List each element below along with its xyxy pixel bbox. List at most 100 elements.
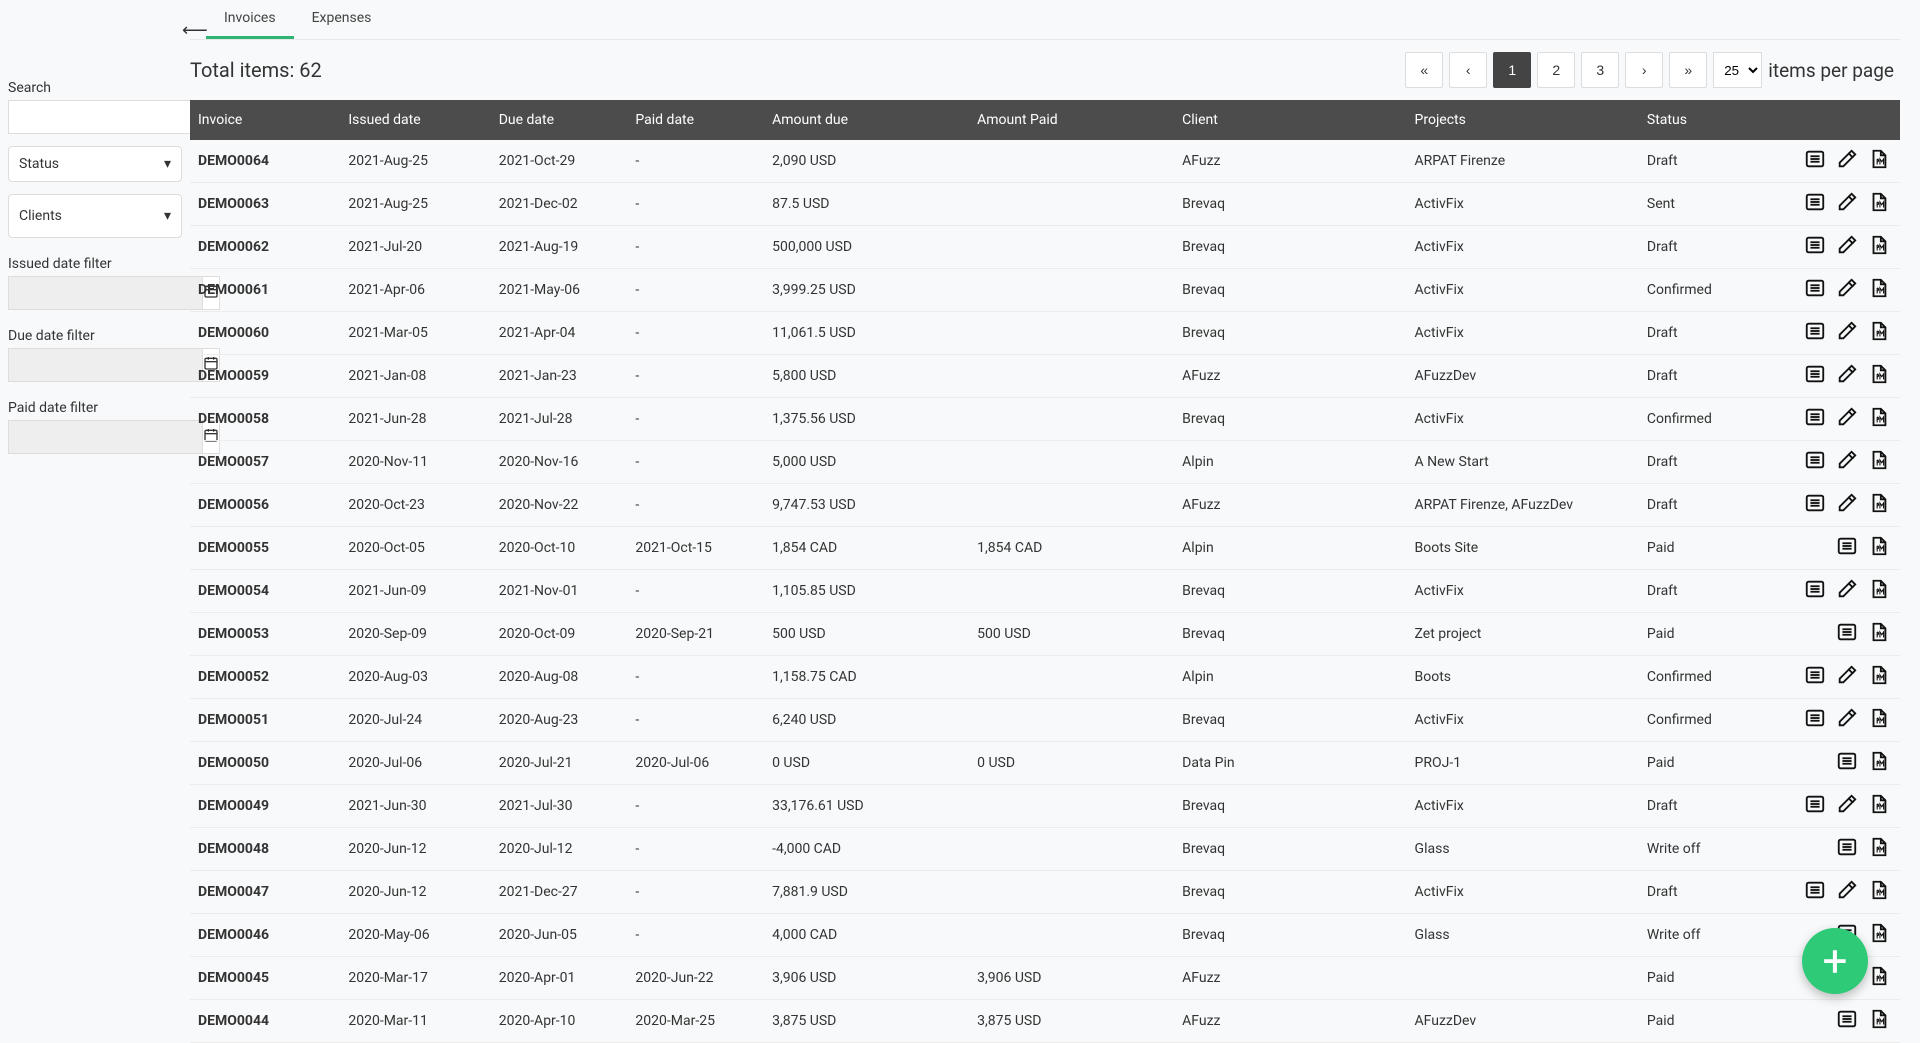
pdf-button[interactable] <box>1866 234 1892 260</box>
pdf-button[interactable] <box>1866 320 1892 346</box>
table-row[interactable]: DEMO00462020-May-062020-Jun-05-4,000 CAD… <box>190 914 1900 957</box>
table-row[interactable]: DEMO00592021-Jan-082021-Jan-23-5,800 USD… <box>190 355 1900 398</box>
table-row[interactable]: DEMO00482020-Jun-122020-Jul-12--4,000 CA… <box>190 828 1900 871</box>
view-button[interactable] <box>1802 664 1828 690</box>
edit-button[interactable] <box>1834 234 1860 260</box>
tab-expenses[interactable]: Expenses <box>294 0 390 39</box>
pdf-button[interactable] <box>1866 578 1892 604</box>
column-client[interactable]: Client <box>1174 100 1406 140</box>
view-button[interactable] <box>1802 449 1828 475</box>
page-1-button[interactable]: 1 <box>1493 52 1531 88</box>
pdf-button[interactable] <box>1866 449 1892 475</box>
edit-button[interactable] <box>1834 406 1860 432</box>
column-due-date[interactable]: Due date <box>491 100 628 140</box>
table-row[interactable]: DEMO00622021-Jul-202021-Aug-19-500,000 U… <box>190 226 1900 269</box>
pdf-button[interactable] <box>1866 277 1892 303</box>
page-first-button[interactable]: « <box>1405 52 1443 88</box>
table-row[interactable]: DEMO00642021-Aug-252021-Oct-29-2,090 USD… <box>190 140 1900 183</box>
view-button[interactable] <box>1834 750 1860 776</box>
pdf-button[interactable] <box>1866 406 1892 432</box>
pdf-button[interactable] <box>1866 793 1892 819</box>
view-button[interactable] <box>1802 277 1828 303</box>
column-amount-due[interactable]: Amount due <box>764 100 969 140</box>
edit-button[interactable] <box>1834 578 1860 604</box>
table-row[interactable]: DEMO00542021-Jun-092021-Nov-01-1,105.85 … <box>190 570 1900 613</box>
page-prev-button[interactable]: ‹ <box>1449 52 1487 88</box>
view-button[interactable] <box>1802 879 1828 905</box>
table-row[interactable]: DEMO00522020-Aug-032020-Aug-08-1,158.75 … <box>190 656 1900 699</box>
table-row[interactable]: DEMO00472020-Jun-122021-Dec-27-7,881.9 U… <box>190 871 1900 914</box>
paid-date-input[interactable] <box>8 420 203 454</box>
edit-button[interactable] <box>1834 277 1860 303</box>
view-button[interactable] <box>1802 191 1828 217</box>
table-row[interactable]: DEMO00572020-Nov-112020-Nov-16-5,000 USD… <box>190 441 1900 484</box>
view-button[interactable] <box>1802 320 1828 346</box>
due-date-input[interactable] <box>8 348 203 382</box>
pdf-button[interactable] <box>1866 492 1892 518</box>
table-row[interactable]: DEMO00442020-Mar-112020-Apr-102020-Mar-2… <box>190 1000 1900 1043</box>
table-row[interactable]: DEMO00552020-Oct-052020-Oct-102021-Oct-1… <box>190 527 1900 570</box>
page-2-button[interactable]: 2 <box>1537 52 1575 88</box>
edit-button[interactable] <box>1834 492 1860 518</box>
edit-button[interactable] <box>1834 449 1860 475</box>
edit-button[interactable] <box>1834 148 1860 174</box>
pdf-button[interactable] <box>1866 836 1892 862</box>
column-amount-paid[interactable]: Amount Paid <box>969 100 1174 140</box>
column-projects[interactable]: Projects <box>1407 100 1639 140</box>
column-issued-date[interactable]: Issued date <box>340 100 490 140</box>
table-row[interactable]: DEMO00492021-Jun-302021-Jul-30-33,176.61… <box>190 785 1900 828</box>
view-button[interactable] <box>1802 793 1828 819</box>
page-last-button[interactable]: » <box>1669 52 1707 88</box>
table-row[interactable]: DEMO00602021-Mar-052021-Apr-04-11,061.5 … <box>190 312 1900 355</box>
view-button[interactable] <box>1802 578 1828 604</box>
view-button[interactable] <box>1802 406 1828 432</box>
pdf-button[interactable] <box>1866 922 1892 948</box>
view-button[interactable] <box>1834 621 1860 647</box>
table-row[interactable]: DEMO00512020-Jul-242020-Aug-23-6,240 USD… <box>190 699 1900 742</box>
view-button[interactable] <box>1802 148 1828 174</box>
table-row[interactable]: DEMO00562020-Oct-232020-Nov-22-9,747.53 … <box>190 484 1900 527</box>
column-paid-date[interactable]: Paid date <box>627 100 764 140</box>
view-button[interactable] <box>1802 363 1828 389</box>
edit-button[interactable] <box>1834 664 1860 690</box>
pdf-button[interactable] <box>1866 621 1892 647</box>
clients-dropdown[interactable]: Clients ▾ <box>8 194 182 238</box>
view-button[interactable] <box>1834 1008 1860 1034</box>
table-row[interactable]: DEMO00612021-Apr-062021-May-06-3,999.25 … <box>190 269 1900 312</box>
edit-button[interactable] <box>1834 707 1860 733</box>
view-button[interactable] <box>1802 707 1828 733</box>
issued-date-input[interactable] <box>8 276 203 310</box>
table-row[interactable]: DEMO00532020-Sep-092020-Oct-092020-Sep-2… <box>190 613 1900 656</box>
column-status[interactable]: Status <box>1639 100 1750 140</box>
pdf-button[interactable] <box>1866 148 1892 174</box>
view-button[interactable] <box>1802 492 1828 518</box>
edit-button[interactable] <box>1834 320 1860 346</box>
status-dropdown[interactable]: Status ▾ <box>8 146 182 182</box>
pdf-button[interactable] <box>1866 363 1892 389</box>
column-invoice[interactable]: Invoice <box>190 100 340 140</box>
edit-button[interactable] <box>1834 191 1860 217</box>
page-3-button[interactable]: 3 <box>1581 52 1619 88</box>
pdf-button[interactable] <box>1866 191 1892 217</box>
table-row[interactable]: DEMO00582021-Jun-282021-Jul-28-1,375.56 … <box>190 398 1900 441</box>
add-invoice-button[interactable]: + <box>1802 928 1868 994</box>
view-button[interactable] <box>1802 234 1828 260</box>
edit-button[interactable] <box>1834 879 1860 905</box>
search-input[interactable] <box>8 100 203 134</box>
collapse-sidebar-icon[interactable]: ⟵ <box>182 20 208 41</box>
edit-button[interactable] <box>1834 363 1860 389</box>
page-next-button[interactable]: › <box>1625 52 1663 88</box>
table-row[interactable]: DEMO00632021-Aug-252021-Dec-02-87.5 USDB… <box>190 183 1900 226</box>
pdf-button[interactable] <box>1866 1008 1892 1034</box>
pdf-button[interactable] <box>1866 664 1892 690</box>
tab-invoices[interactable]: Invoices <box>206 0 294 39</box>
table-row[interactable]: DEMO00502020-Jul-062020-Jul-212020-Jul-0… <box>190 742 1900 785</box>
pdf-button[interactable] <box>1866 535 1892 561</box>
edit-button[interactable] <box>1834 793 1860 819</box>
pdf-button[interactable] <box>1866 750 1892 776</box>
items-per-page-select[interactable]: 25 <box>1713 52 1762 88</box>
pdf-button[interactable] <box>1866 965 1892 991</box>
view-button[interactable] <box>1834 836 1860 862</box>
view-button[interactable] <box>1834 535 1860 561</box>
table-row[interactable]: DEMO00452020-Mar-172020-Apr-012020-Jun-2… <box>190 957 1900 1000</box>
